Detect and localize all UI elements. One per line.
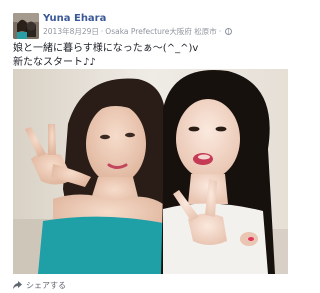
meta-separator-2: · xyxy=(218,27,222,36)
share-icon xyxy=(13,281,22,289)
post-actions: シェアする xyxy=(13,280,66,293)
post-location[interactable]: Osaka Prefecture大阪府 松原市 xyxy=(105,27,217,36)
share-label: シェアする xyxy=(26,281,66,290)
avatar-image xyxy=(13,13,39,39)
meta-separator: · xyxy=(100,27,104,36)
share-button[interactable]: シェアする xyxy=(13,281,66,290)
post-text-line-1: 娘と一緒に暮らす様になったぁ〜(^_^)v xyxy=(13,43,199,54)
avatar[interactable] xyxy=(13,13,39,39)
facebook-post: Yuna Ehara 2013年8月29日 · Osaka Prefecture大阪… xyxy=(0,0,300,293)
post-meta: 2013年8月29日 · Osaka Prefecture大阪府 松原市 · xyxy=(43,26,233,37)
globe-icon[interactable] xyxy=(225,28,233,35)
post-date[interactable]: 2013年8月29日 xyxy=(43,27,99,36)
author-name[interactable]: Yuna Ehara xyxy=(43,13,106,24)
photo-image xyxy=(13,69,288,274)
post-photo[interactable] xyxy=(13,69,288,274)
post-text: 娘と一緒に暮らす様になったぁ〜(^_^)v 新たなスタート♪♪ xyxy=(13,42,288,70)
post-text-line-2: 新たなスタート♪♪ xyxy=(13,57,96,68)
